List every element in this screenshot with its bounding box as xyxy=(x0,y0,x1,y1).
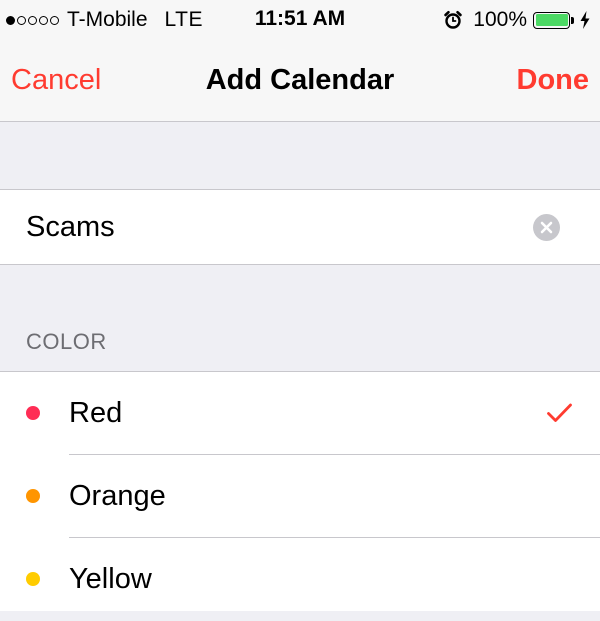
network-type: LTE xyxy=(164,8,203,31)
red-dot-icon xyxy=(26,406,40,420)
battery-nub xyxy=(571,16,574,24)
yellow-dot-icon xyxy=(26,572,40,586)
calendar-name-row xyxy=(0,189,600,265)
color-option-orange[interactable]: Orange xyxy=(0,455,600,538)
carrier-name: T-Mobile xyxy=(67,8,148,31)
signal-dot xyxy=(39,15,48,25)
alarm-clock-icon xyxy=(443,10,463,30)
signal-dot xyxy=(17,15,26,25)
status-bar-left: T-Mobile LTE xyxy=(6,7,203,33)
battery-fill xyxy=(535,14,568,26)
signal-dot xyxy=(6,15,15,25)
signal-dot xyxy=(50,15,59,25)
done-button[interactable]: Done xyxy=(517,40,590,121)
color-option-yellow[interactable]: Yellow xyxy=(0,538,600,621)
orange-dot-icon xyxy=(26,489,40,503)
clear-text-button[interactable] xyxy=(533,214,560,241)
color-option-label: Yellow xyxy=(69,563,152,595)
color-option-red[interactable]: Red xyxy=(0,372,600,455)
navigation-bar: Cancel Add Calendar Done xyxy=(0,40,600,122)
status-bar: T-Mobile LTE 11:51 AM 100% xyxy=(0,0,600,40)
checkmark-icon xyxy=(546,402,573,429)
color-list: Red Orange Yellow xyxy=(0,371,600,611)
calendar-name-input[interactable] xyxy=(26,190,506,264)
clear-x-icon xyxy=(540,221,553,234)
battery-icon xyxy=(533,11,570,29)
color-section-header: COLOR xyxy=(26,329,107,354)
charging-bolt-icon xyxy=(580,11,590,29)
color-option-label: Red xyxy=(69,397,123,429)
signal-dot xyxy=(28,15,37,25)
cancel-button[interactable]: Cancel xyxy=(11,40,101,121)
status-bar-right: 100% xyxy=(443,7,590,33)
signal-strength-icon xyxy=(6,15,59,25)
battery-percentage: 100% xyxy=(473,8,527,31)
color-option-label: Orange xyxy=(69,480,166,512)
